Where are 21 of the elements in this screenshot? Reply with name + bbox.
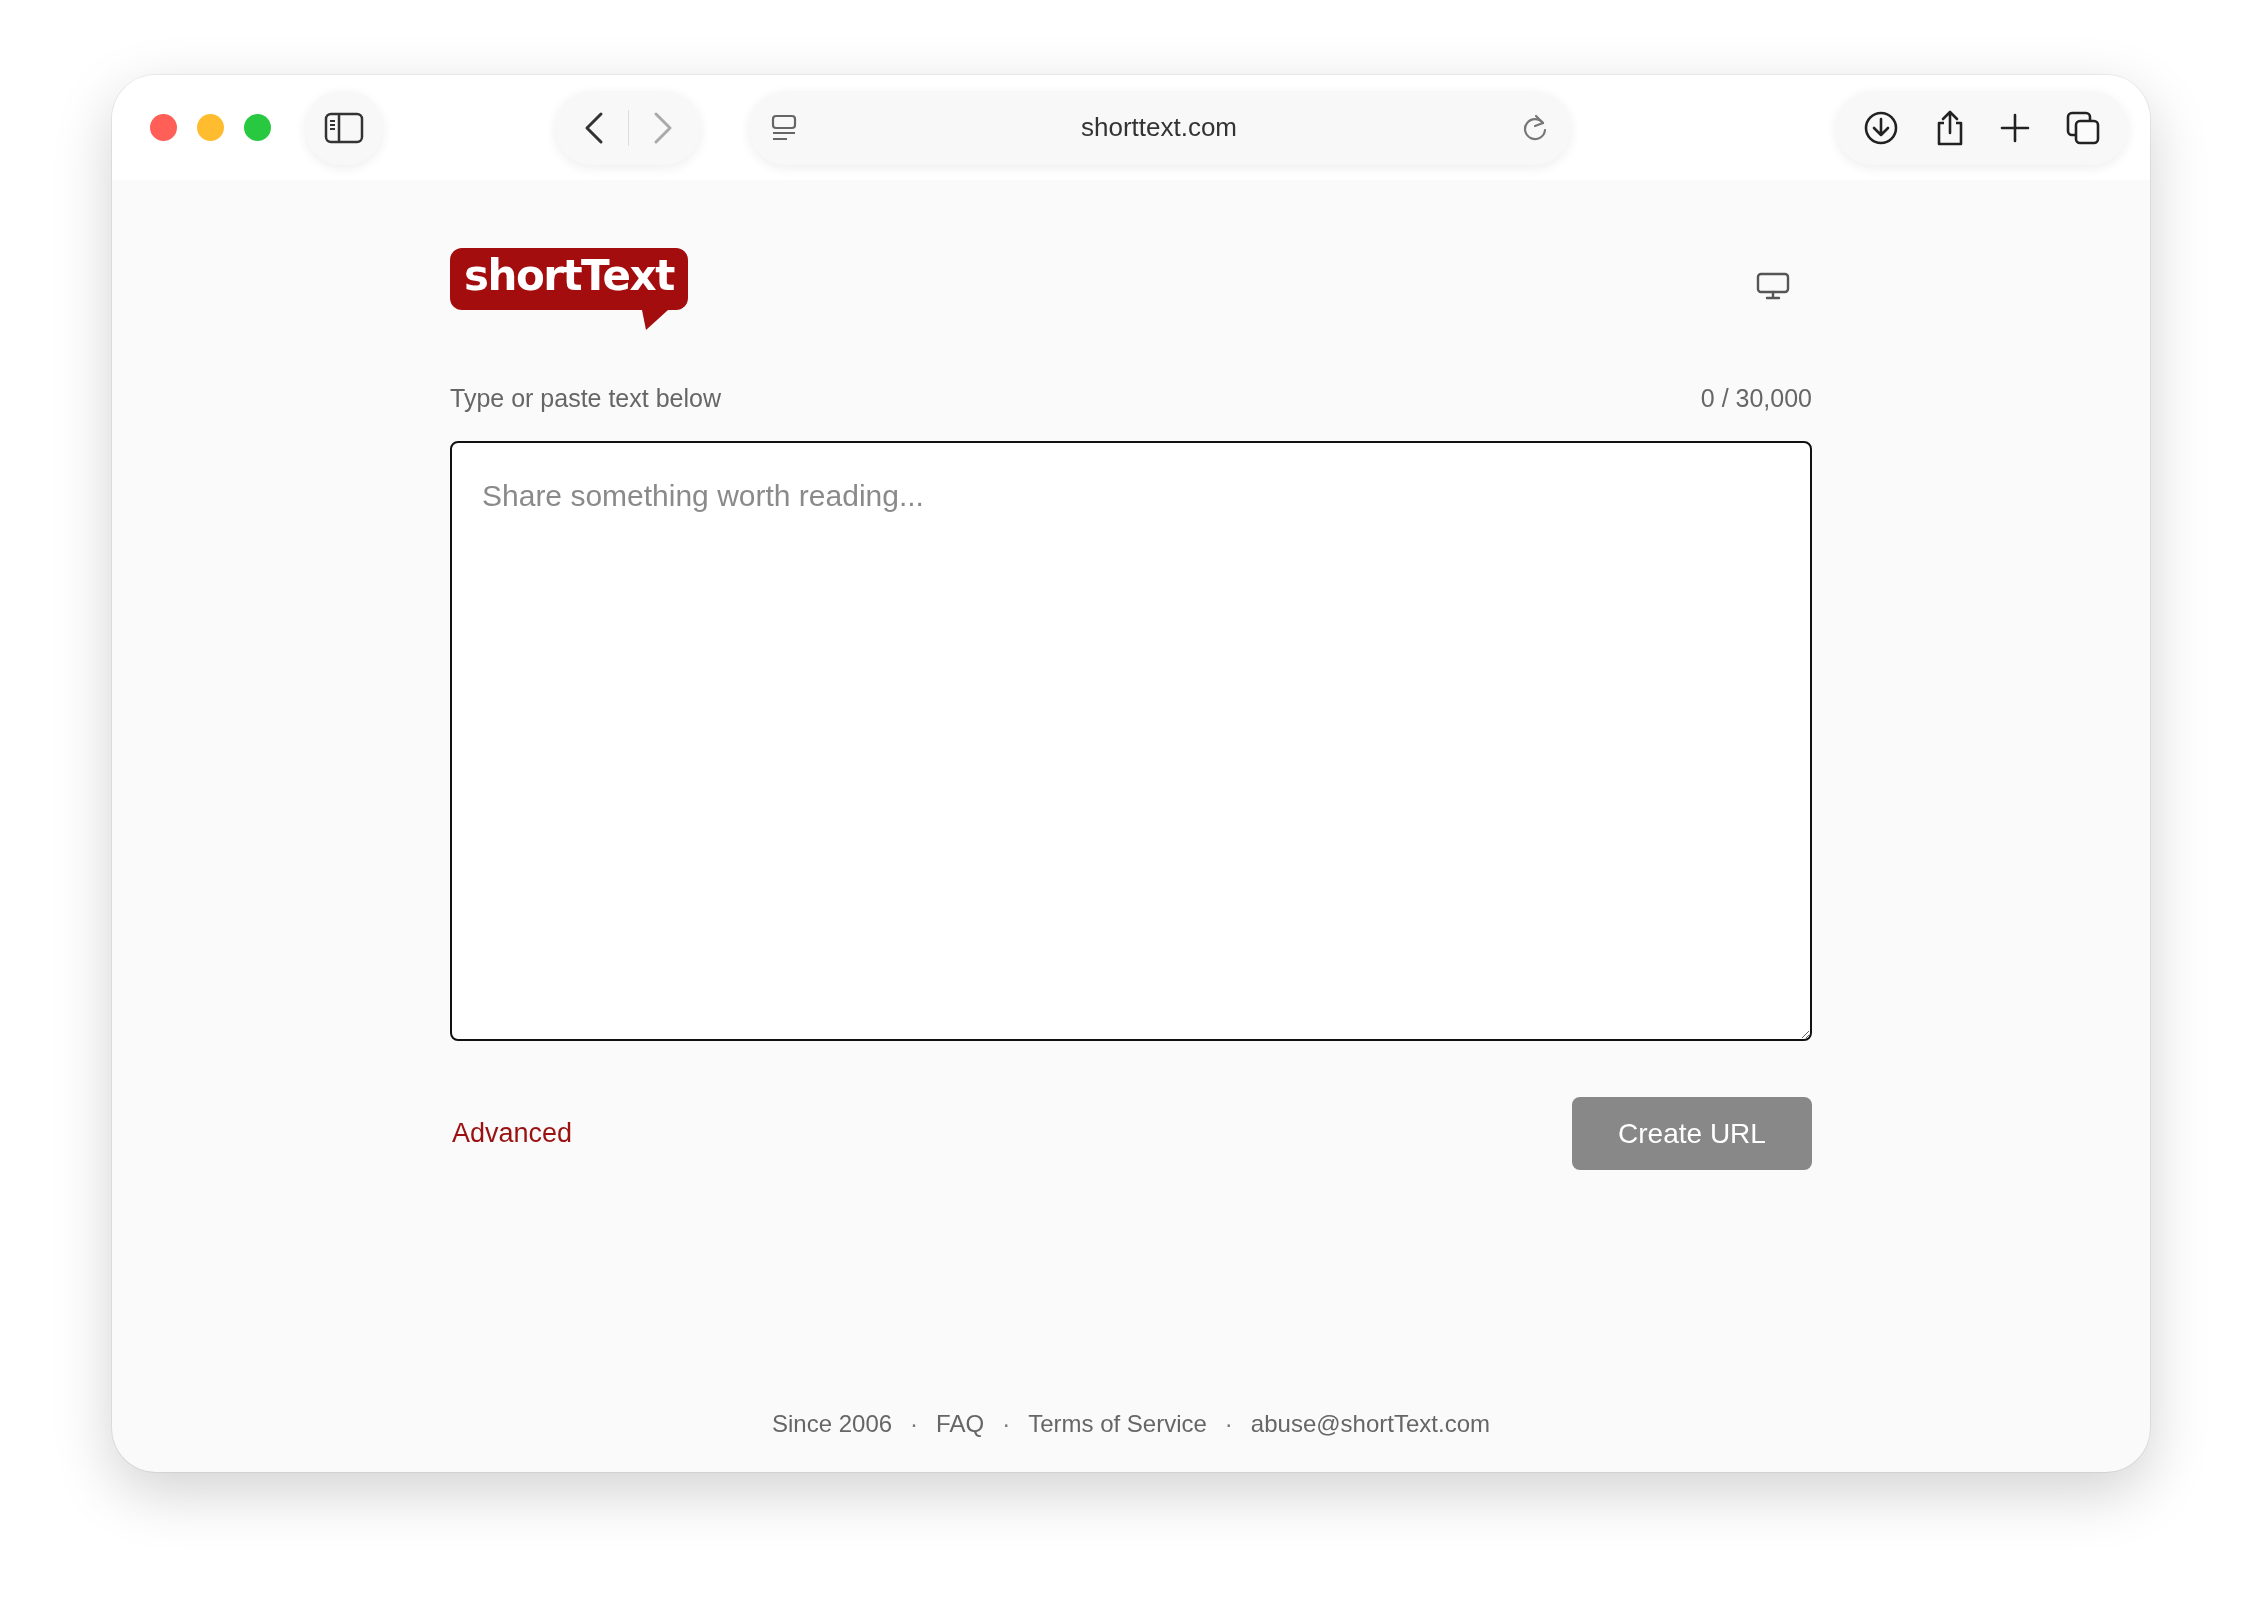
- footer-link[interactable]: FAQ: [936, 1410, 985, 1438]
- separator-dot: ·: [1223, 1410, 1234, 1438]
- footer-link[interactable]: abuse@shortText.com: [1250, 1410, 1490, 1438]
- reader-icon: [771, 113, 797, 142]
- new-tab-icon[interactable]: [2000, 112, 2031, 143]
- editor-label: Type or paste text below: [450, 384, 721, 413]
- separator-dot: ·: [909, 1410, 920, 1438]
- text-input-field[interactable]: Share something worth reading...: [450, 441, 1812, 1041]
- separator-dot: ·: [1001, 1410, 1012, 1438]
- tabs-overview-icon[interactable]: [2064, 109, 2101, 146]
- advanced-link[interactable]: Advanced: [450, 1118, 573, 1149]
- sidebar-icon: [324, 111, 364, 144]
- monitor-icon[interactable]: [1756, 272, 1790, 300]
- close-button[interactable]: [150, 114, 177, 141]
- address-bar[interactable]: shorttext.com: [749, 90, 1571, 165]
- url-text: shorttext.com: [1080, 112, 1238, 143]
- character-counter: 0 / 30,000: [1700, 384, 1812, 413]
- reload-icon[interactable]: [1521, 112, 1549, 143]
- download-icon[interactable]: [1863, 109, 1900, 146]
- footer-link[interactable]: Terms of Service: [1028, 1410, 1207, 1438]
- footer-link[interactable]: Since 2006: [772, 1410, 893, 1438]
